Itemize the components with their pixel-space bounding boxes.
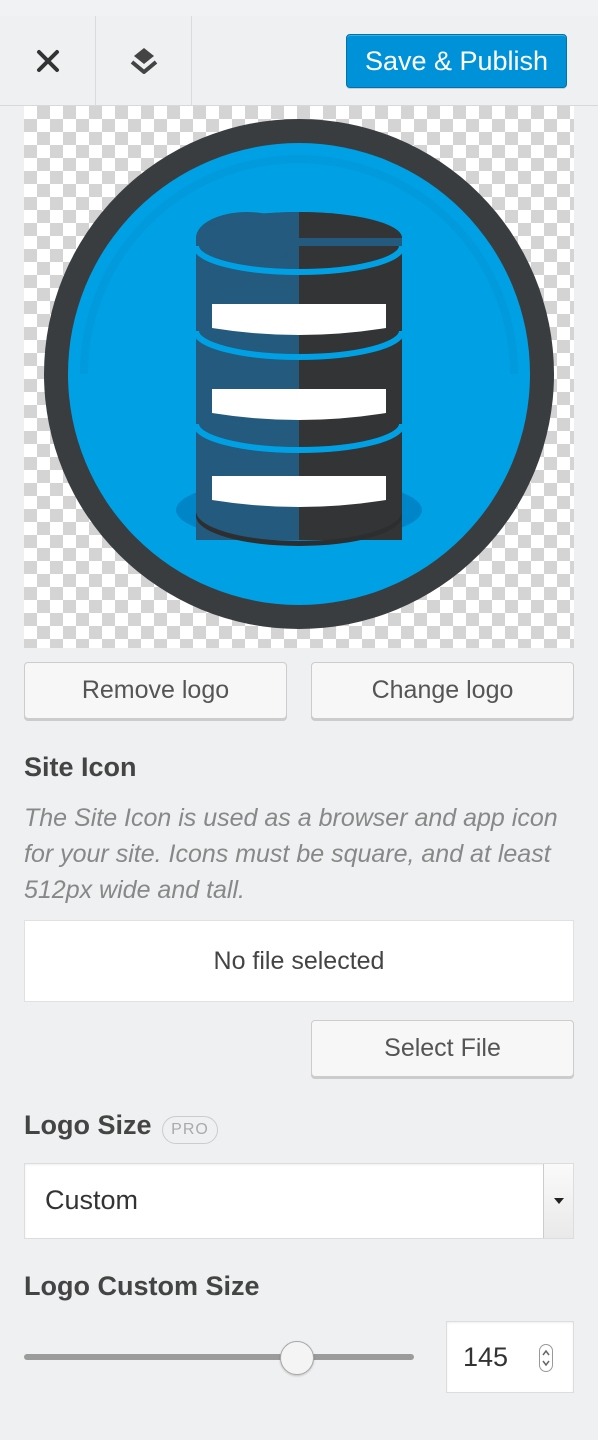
close-button[interactable] — [0, 16, 96, 106]
database-logo-icon — [44, 119, 554, 629]
logo-size-selected-value: Custom — [45, 1185, 139, 1215]
collapse-icon — [130, 48, 157, 74]
change-logo-button[interactable]: Change logo — [311, 662, 574, 719]
logo-size-number-input[interactable]: 145 — [446, 1321, 574, 1393]
remove-logo-button[interactable]: Remove logo — [24, 662, 287, 719]
site-icon-description: The Site Icon is used as a browser and a… — [24, 804, 558, 904]
logo-preview — [24, 106, 574, 648]
spinner-arrows-icon — [542, 1349, 550, 1367]
logo-custom-size-title: Logo Custom Size — [24, 1271, 260, 1301]
select-file-button[interactable]: Select File — [311, 1020, 574, 1077]
pro-badge: PRO — [162, 1116, 218, 1144]
site-icon-title: Site Icon — [24, 752, 137, 782]
select-arrow-box[interactable] — [543, 1164, 573, 1238]
file-status-text: No file selected — [213, 946, 385, 975]
file-status-box: No file selected — [24, 920, 574, 1002]
number-spinner[interactable] — [539, 1344, 553, 1372]
save-publish-button[interactable]: Save & Publish — [346, 34, 567, 88]
close-icon — [36, 50, 59, 72]
logo-size-title: Logo Size — [24, 1110, 152, 1140]
logo-size-value: 145 — [463, 1342, 509, 1372]
collapse-button[interactable] — [96, 16, 192, 106]
chevron-down-icon — [553, 1198, 564, 1204]
logo-size-slider[interactable] — [24, 1354, 414, 1360]
top-strip — [0, 0, 598, 16]
customizer-header: Save & Publish — [0, 16, 598, 106]
logo-size-select[interactable]: Custom — [24, 1163, 574, 1239]
slider-handle[interactable] — [280, 1341, 314, 1375]
